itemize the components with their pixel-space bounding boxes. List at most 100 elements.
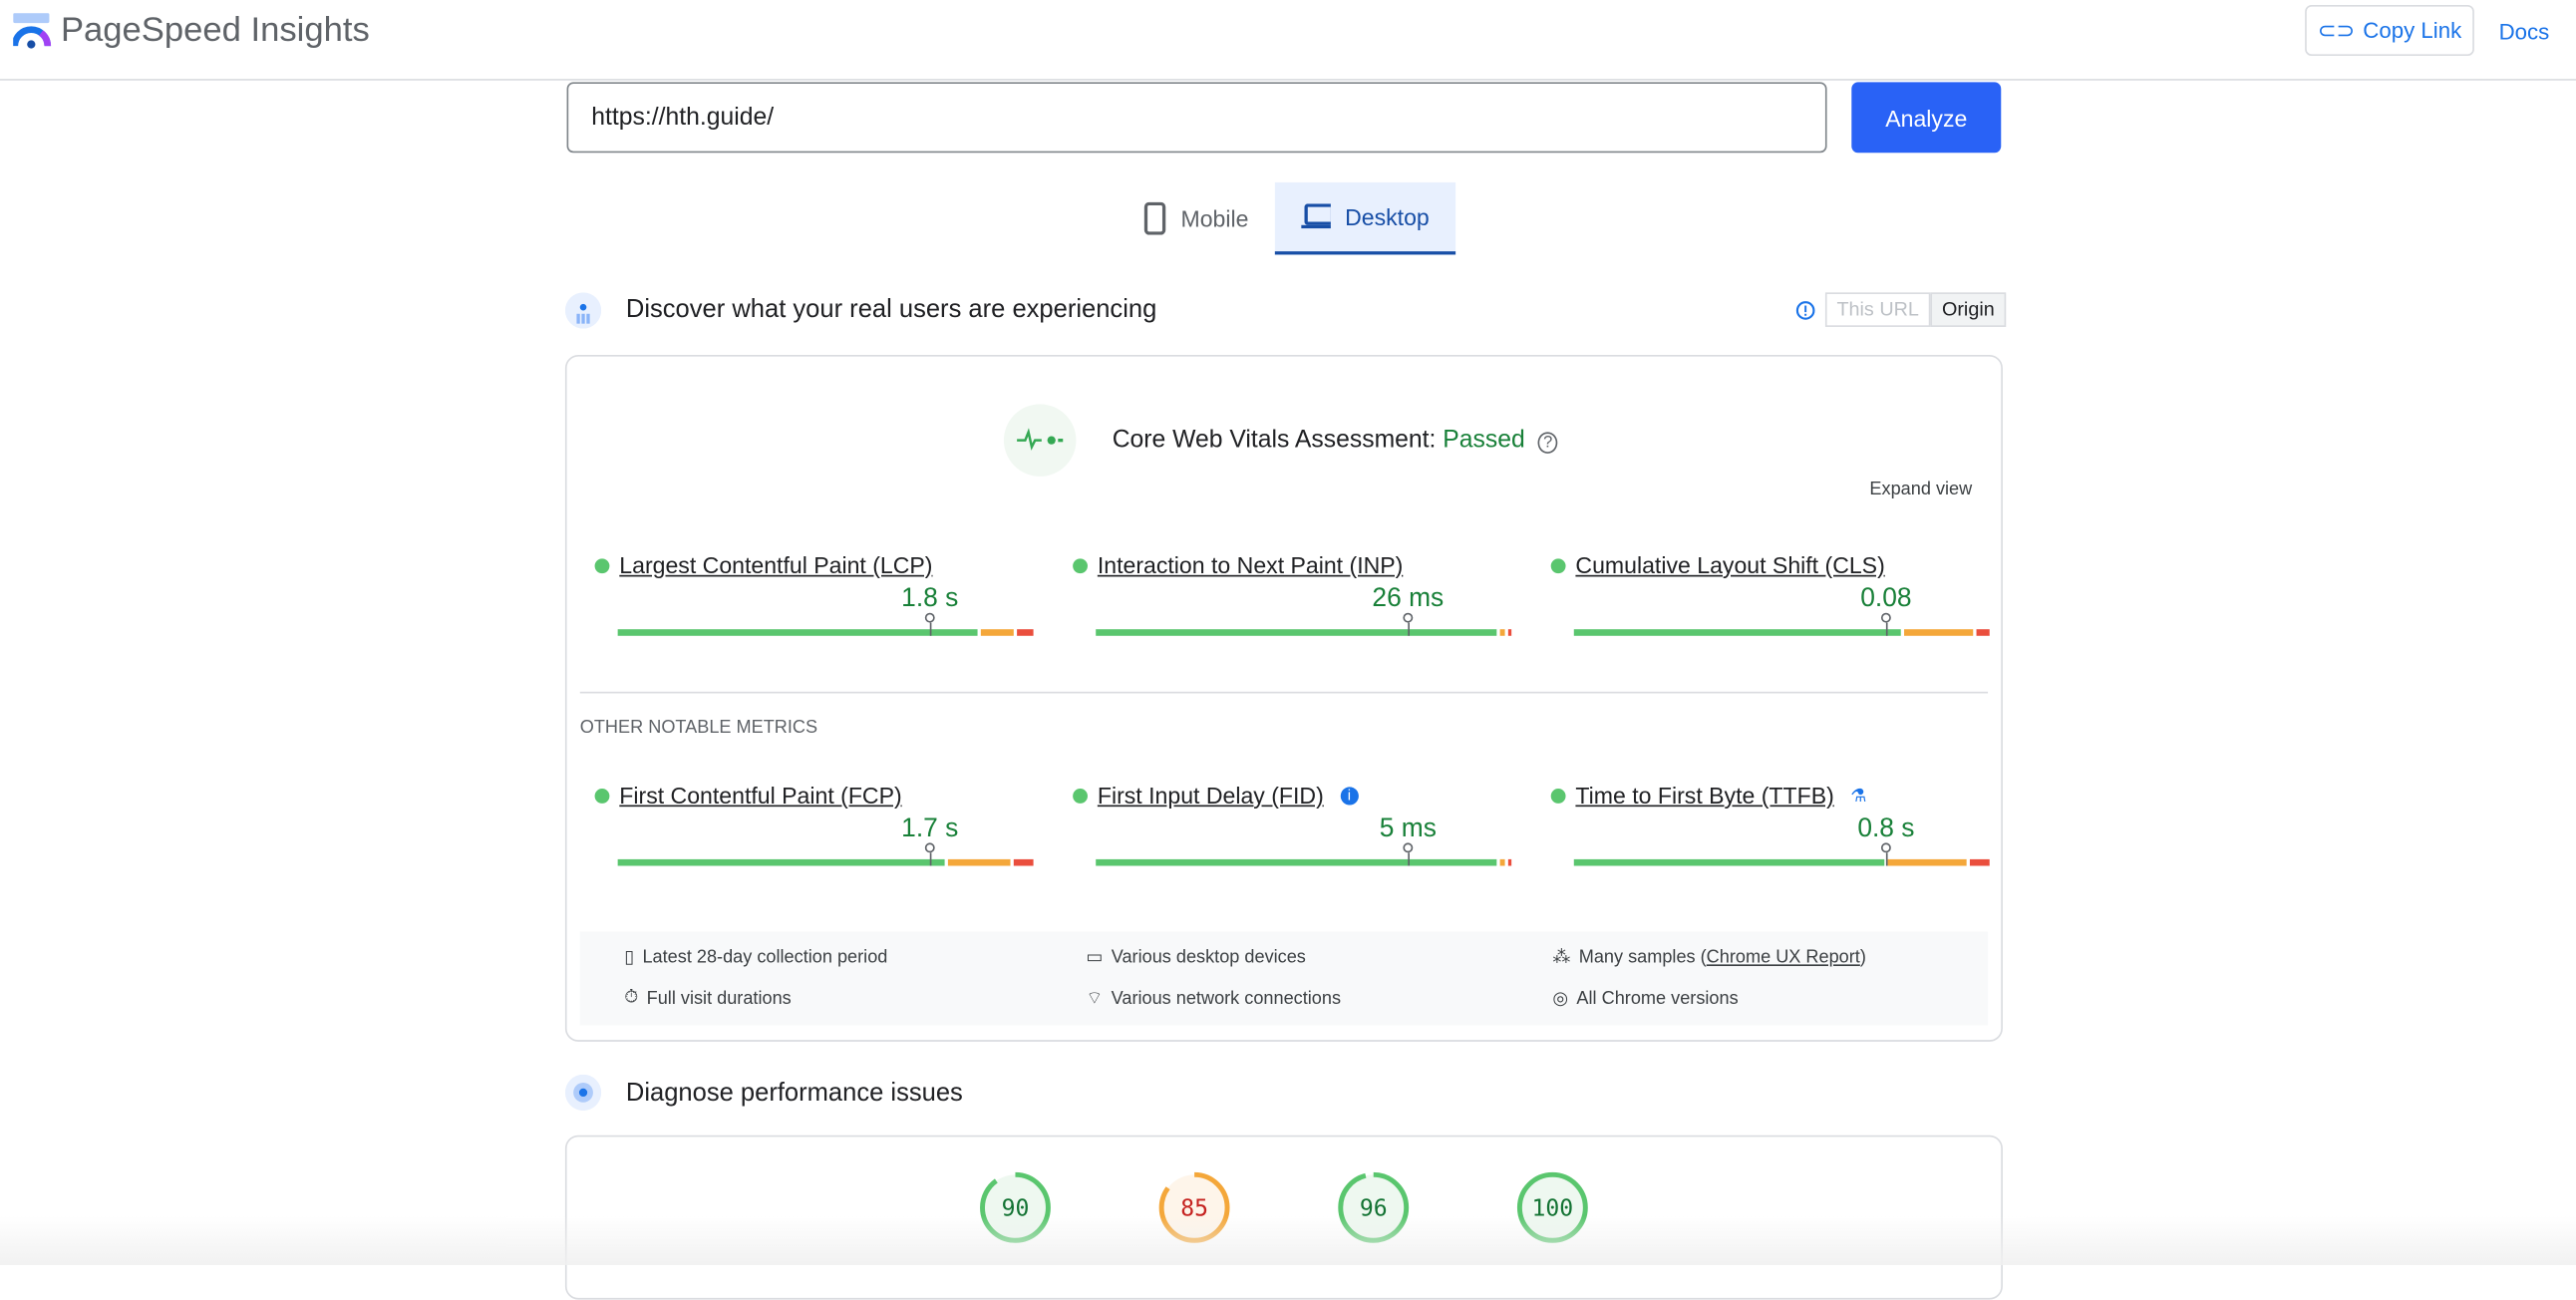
info-text: Many samples ( (1578, 947, 1707, 967)
bar-poor (1507, 629, 1512, 636)
link-icon: ⊂⊃ (2317, 17, 2356, 43)
bar-ni (948, 858, 1010, 866)
metric-name-link[interactable]: Largest Contentful Paint (LCP) (619, 552, 932, 578)
laptop-icon (1301, 203, 1331, 229)
chrome-icon: ◎ (1552, 989, 1569, 1009)
info-network: ⌔ Various network connections (1086, 987, 1341, 1010)
bar-ni (1903, 629, 1974, 636)
top-header: PageSpeed Insights ⊂⊃ Copy Link Docs (0, 0, 2576, 81)
info-samples: ⁂ Many samples (Chrome UX Report) (1552, 946, 1866, 968)
distribution-bar (1096, 629, 1512, 636)
calendar-icon: ▯ (624, 947, 635, 968)
divider (579, 691, 1989, 694)
metric-value: 26 ms (1372, 584, 1445, 613)
url-origin-toggle: This URL Origin (1824, 292, 2007, 327)
p75-marker (924, 612, 935, 636)
info-text: Latest 28-day collection period (642, 947, 888, 967)
diagnose-title: Diagnose performance issues (625, 1079, 963, 1108)
status-dot (1550, 788, 1566, 804)
metric-value: 0.08 (1860, 584, 1912, 613)
devices-icon: ▭ (1086, 947, 1104, 968)
metric-value: 0.8 s (1857, 814, 1915, 843)
metric-name-link[interactable]: First Contentful Paint (FCP) (619, 782, 901, 808)
expand-view-link[interactable]: Expand view (1869, 480, 1972, 499)
bar-ni (1887, 858, 1966, 866)
p75-marker (1403, 842, 1414, 866)
cwv-assessment: Core Web Vitals Assessment: Passed ? (1113, 426, 1558, 454)
app-title: PageSpeed Insights (60, 11, 370, 50)
bar-good (617, 629, 978, 636)
metric-value: 5 ms (1379, 814, 1437, 843)
status-dot (1073, 788, 1088, 804)
url-input[interactable] (566, 82, 1827, 154)
distribution-bar (1573, 629, 1990, 636)
flask-icon: ⚗ (1850, 786, 1867, 807)
copy-link-button[interactable]: ⊂⊃ Copy Link (2305, 4, 2474, 57)
distribution-bar (617, 629, 1034, 636)
bar-good (1573, 629, 1901, 636)
status-dot (594, 788, 610, 804)
samples-icon: ⁂ (1552, 947, 1571, 968)
bar-ni (1499, 858, 1504, 866)
distribution-bar (1096, 858, 1512, 866)
distribution-bar (617, 858, 1034, 866)
alert-icon[interactable] (1795, 301, 1815, 321)
info-text: Various desktop devices (1111, 947, 1306, 967)
info-text: All Chrome versions (1576, 988, 1739, 1009)
analyze-button[interactable]: Analyze (1851, 82, 2002, 154)
this-url-option[interactable]: This URL (1824, 292, 1931, 327)
users-icon (564, 292, 602, 329)
stopwatch-icon: ⏱ (624, 987, 639, 1008)
metric-ttfb: Time to First Byte (TTFB) ⚗ 0.8 s (1550, 782, 1990, 866)
info-text: Full visit durations (646, 988, 792, 1009)
bar-poor (1977, 629, 1990, 636)
info-devices: ▭ Various desktop devices (1086, 946, 1306, 968)
other-metrics-label: OTHER NOTABLE METRICS (579, 718, 818, 738)
metric-name-link[interactable]: First Input Delay (FID) (1098, 782, 1324, 808)
bar-poor (1507, 858, 1512, 866)
status-dot (1550, 557, 1566, 573)
bar-good (1573, 858, 1885, 866)
diagnose-icon (564, 1074, 602, 1112)
metric-inp: Interaction to Next Paint (INP) 26 ms (1073, 552, 1512, 636)
metric-name-link[interactable]: Time to First Byte (TTFB) (1575, 782, 1833, 808)
metric-cls: Cumulative Layout Shift (CLS) 0.08 (1550, 552, 1990, 636)
chrome-ux-report-link[interactable]: Chrome UX Report (1707, 947, 1860, 967)
pagespeed-logo-icon (13, 13, 52, 49)
assessment-label: Core Web Vitals Assessment: (1112, 425, 1437, 454)
bar-poor (1969, 858, 1990, 866)
phone-icon (1143, 201, 1166, 235)
p75-marker (1880, 842, 1891, 866)
bar-good (1096, 629, 1497, 636)
assessment-status: Passed (1443, 425, 1525, 454)
tab-label: Desktop (1345, 203, 1430, 230)
bar-good (1096, 858, 1497, 866)
metric-name-link[interactable]: Cumulative Layout Shift (CLS) (1575, 552, 1884, 578)
tab-desktop[interactable]: Desktop (1274, 181, 1456, 255)
p75-marker (924, 842, 935, 866)
help-icon[interactable]: ? (1538, 432, 1558, 454)
status-dot (594, 557, 610, 573)
docs-link[interactable]: Docs (2499, 20, 2550, 45)
tab-mobile[interactable]: Mobile (1118, 182, 1275, 255)
origin-option[interactable]: Origin (1930, 292, 2007, 327)
bar-good (617, 858, 945, 866)
info-chrome: ◎ All Chrome versions (1552, 987, 1739, 1009)
bar-ni (1499, 629, 1504, 636)
bottom-fade (0, 1215, 2576, 1265)
vitals-pulse-icon (1003, 404, 1077, 477)
info-icon[interactable]: i (1340, 786, 1359, 805)
metric-value: 1.7 s (901, 814, 959, 843)
metric-name-link[interactable]: Interaction to Next Paint (INP) (1098, 552, 1403, 578)
metric-fid: First Input Delay (FID) i 5 ms (1073, 782, 1512, 866)
info-text: ) (1859, 947, 1866, 967)
copy-link-label: Copy Link (2363, 18, 2462, 43)
collection-info: ▯ Latest 28-day collection period ▭ Variou… (579, 931, 1989, 1026)
info-text: Various network connections (1111, 989, 1342, 1009)
bar-poor (1013, 858, 1034, 866)
tab-label: Mobile (1180, 205, 1249, 232)
bar-poor (1017, 629, 1034, 636)
info-period: ▯ Latest 28-day collection period (624, 946, 888, 968)
field-data-title: Discover what your real users are experi… (625, 295, 1157, 324)
p75-marker (1403, 612, 1414, 636)
